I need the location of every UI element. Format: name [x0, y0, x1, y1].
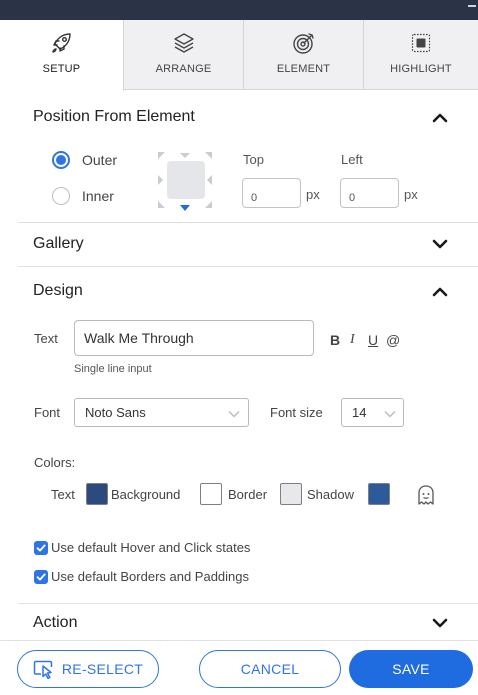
- tab-element-label: ELEMENT: [276, 63, 331, 75]
- save-button[interactable]: SAVE: [349, 650, 473, 688]
- colors-label: Colors:: [34, 455, 76, 470]
- button-text-input[interactable]: [74, 320, 314, 356]
- bold-button[interactable]: B: [330, 332, 340, 348]
- text-input-hint: Single line input: [74, 363, 152, 375]
- default-borders-paddings-checkbox[interactable]: Use default Borders and Paddings: [34, 569, 249, 584]
- radio-inner-indicator[interactable]: [52, 187, 70, 205]
- font-select[interactable]: Noto Sans: [74, 398, 249, 427]
- gallery-section-title: Gallery: [33, 235, 84, 252]
- window-top-bar: [0, 0, 478, 20]
- top-label: Top: [243, 152, 264, 167]
- chevron-down-icon: [432, 239, 448, 249]
- rocket-icon: [51, 33, 71, 53]
- layers-icon: [173, 33, 194, 53]
- reselect-button-label: RE-SELECT: [61, 661, 144, 677]
- chevron-up-icon: [432, 287, 448, 297]
- font-size-select[interactable]: 14: [341, 398, 404, 427]
- radio-inner-label: Inner: [82, 188, 114, 204]
- reselect-cursor-icon: [33, 660, 53, 679]
- font-select-value: Noto Sans: [85, 405, 146, 420]
- divider: [18, 603, 478, 604]
- border-color-label: Border: [228, 487, 268, 502]
- background-color-label: Background: [111, 487, 181, 502]
- tab-highlight[interactable]: HIGHLIGHT: [364, 20, 478, 90]
- tab-bar: SETUP ARRANGE ELEMENT HIGHLIGHT: [0, 20, 478, 91]
- position-picker[interactable]: [156, 150, 214, 212]
- mention-button[interactable]: @: [386, 332, 400, 348]
- font-size-label: Font size: [270, 405, 323, 420]
- chevron-down-icon: [228, 410, 240, 418]
- radio-outer[interactable]: Outer: [52, 151, 117, 169]
- action-section-title: Action: [33, 614, 78, 631]
- checkbox-checked-icon[interactable]: [34, 569, 48, 584]
- target-icon: [292, 33, 314, 54]
- shadow-color-swatch[interactable]: [368, 483, 390, 505]
- radio-outer-indicator[interactable]: [52, 151, 70, 169]
- left-unit: px: [404, 187, 418, 202]
- radio-inner[interactable]: Inner: [52, 187, 114, 205]
- cancel-button-label: CANCEL: [240, 661, 300, 677]
- text-color-label: Text: [51, 487, 75, 502]
- default-borders-paddings-label: Use default Borders and Paddings: [51, 569, 250, 584]
- position-section-header[interactable]: Position From Element: [0, 100, 478, 134]
- text-color-swatch[interactable]: [86, 483, 108, 505]
- chevron-down-icon: [432, 618, 448, 628]
- italic-button[interactable]: I: [350, 332, 355, 348]
- tab-highlight-label: HIGHLIGHT: [390, 63, 452, 75]
- tab-setup-label: SETUP: [42, 63, 81, 75]
- shadow-color-label: Shadow: [307, 487, 354, 502]
- action-section-header[interactable]: Action: [0, 607, 478, 639]
- divider: [18, 222, 478, 223]
- top-unit: px: [306, 187, 320, 202]
- text-field-label: Text: [34, 331, 58, 346]
- tab-arrange[interactable]: ARRANGE: [124, 20, 244, 90]
- design-section-title: Design: [33, 282, 83, 299]
- font-label: Font: [34, 405, 61, 420]
- radio-outer-label: Outer: [82, 152, 118, 168]
- save-button-label: SAVE: [392, 661, 430, 677]
- position-section-title: Position From Element: [33, 108, 195, 125]
- gallery-section-header[interactable]: Gallery: [0, 225, 478, 263]
- font-size-select-value: 14: [352, 405, 367, 420]
- left-offset-input[interactable]: [340, 178, 399, 208]
- tab-arrange-label: ARRANGE: [155, 63, 212, 75]
- tab-setup[interactable]: SETUP: [0, 20, 124, 91]
- background-color-swatch[interactable]: [200, 483, 222, 505]
- minimize-icon[interactable]: [468, 5, 476, 7]
- chevron-up-icon: [432, 113, 448, 123]
- underline-button[interactable]: U: [368, 332, 378, 348]
- position-arrows-icon: [158, 152, 212, 211]
- divider: [18, 266, 478, 267]
- highlight-frame-icon: [411, 33, 431, 53]
- tab-element[interactable]: ELEMENT: [244, 20, 364, 90]
- top-offset-input[interactable]: [242, 178, 301, 208]
- default-hover-click-label: Use default Hover and Click states: [51, 540, 251, 555]
- ghost-icon[interactable]: [416, 484, 436, 506]
- reselect-button[interactable]: RE-SELECT: [17, 650, 159, 688]
- design-section-header[interactable]: Design: [0, 272, 478, 310]
- default-hover-click-checkbox[interactable]: Use default Hover and Click states: [34, 540, 250, 555]
- cancel-button[interactable]: CANCEL: [199, 650, 341, 688]
- checkbox-checked-icon[interactable]: [34, 540, 48, 555]
- chevron-down-icon: [384, 410, 396, 418]
- left-label: Left: [341, 152, 363, 167]
- border-color-swatch[interactable]: [280, 483, 302, 505]
